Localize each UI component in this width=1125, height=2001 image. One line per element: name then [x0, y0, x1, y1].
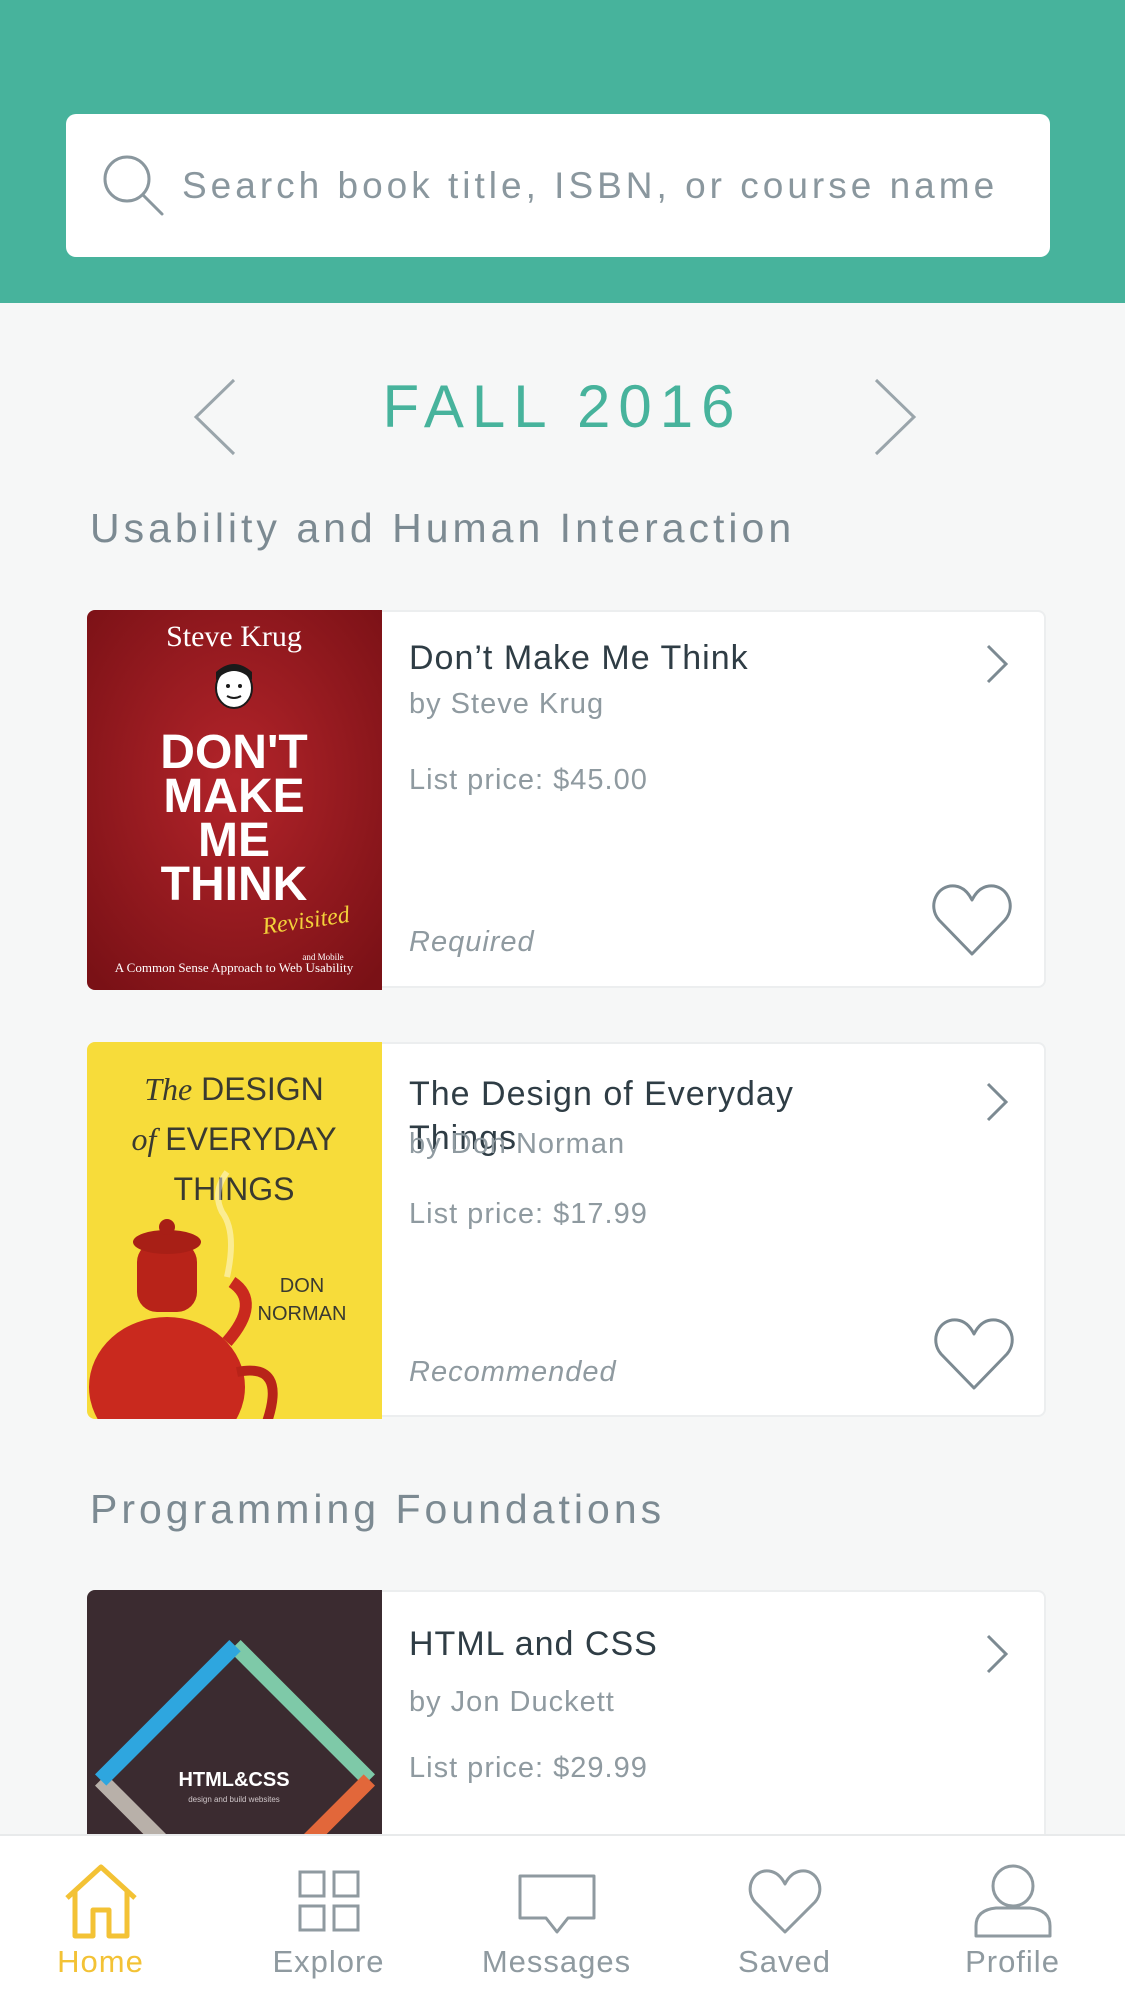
tab-home[interactable]: Home [0, 1836, 213, 2001]
tab-label: Home [57, 1944, 144, 1979]
book-title[interactable]: Don’t Make Me Think [409, 636, 889, 680]
course-title: Usability and Human Interaction [90, 505, 796, 551]
chat-bubble-icon [518, 1874, 596, 1934]
tab-messages[interactable]: Messages [444, 1836, 669, 2001]
save-heart-icon[interactable] [933, 1314, 1015, 1394]
heart-icon [748, 1869, 822, 1934]
book-card[interactable]: The DESIGN of EVERYDAY THINGS DON NORMAN… [87, 1042, 1046, 1419]
bottom-tab-bar: Home Explore Messages Saved Profile [0, 1834, 1125, 2001]
chevron-right-icon[interactable] [984, 1080, 1010, 1124]
tab-label: Explore [272, 1944, 385, 1979]
home-icon [65, 1864, 137, 1939]
svg-text:THINK: THINK [161, 858, 308, 911]
book-price: List price: $29.99 [409, 1752, 648, 1784]
tab-label: Saved [738, 1944, 831, 1979]
tab-label: Messages [481, 1944, 632, 1979]
save-heart-icon[interactable] [931, 880, 1013, 960]
search-input[interactable] [182, 114, 1032, 257]
course-title: Programming Foundations [90, 1486, 666, 1532]
svg-text:THINGS: THINGS [174, 1171, 295, 1207]
svg-text:A Common Sense Approach to Web: A Common Sense Approach to Web Usability [115, 960, 354, 975]
search-icon [103, 155, 164, 216]
svg-text:DON: DON [280, 1275, 324, 1297]
user-icon [974, 1864, 1052, 1938]
svg-text:design and build websites: design and build websites [188, 1795, 280, 1804]
tab-profile[interactable]: Profile [900, 1836, 1125, 2001]
book-cover-image: Steve Krug DON'T MAKE ME THINK Revisited… [87, 610, 382, 990]
tab-saved[interactable]: Saved [672, 1836, 897, 2001]
svg-text:NORMAN: NORMAN [258, 1303, 347, 1325]
next-term-chevron-right-icon[interactable] [870, 376, 920, 458]
tab-label: Profile [965, 1944, 1060, 1979]
term-selector: FALL 2016 [0, 360, 1125, 470]
svg-text:The DESIGN: The DESIGN [144, 1071, 324, 1107]
chevron-right-icon[interactable] [984, 1632, 1010, 1676]
svg-text:HTML&CSS: HTML&CSS [178, 1769, 289, 1791]
book-price: List price: $45.00 [409, 764, 648, 796]
book-author: by Jon Duckett [409, 1686, 615, 1718]
book-author: by Don Norman [409, 1128, 626, 1160]
term-title: FALL 2016 [382, 373, 743, 440]
svg-text:Steve Krug: Steve Krug [166, 620, 302, 653]
requirement-label: Recommended [409, 1356, 617, 1388]
search-bar[interactable] [66, 114, 1050, 257]
requirement-label: Required [409, 926, 535, 958]
book-author: by Steve Krug [409, 688, 605, 720]
book-card[interactable]: Steve Krug DON'T MAKE ME THINK Revisited… [87, 610, 1046, 990]
book-cover-image: The DESIGN of EVERYDAY THINGS DON NORMAN [87, 1042, 382, 1419]
book-title[interactable]: HTML and CSS [409, 1622, 889, 1666]
grid-icon [298, 1870, 360, 1932]
svg-text:of EVERYDAY: of EVERYDAY [131, 1121, 336, 1157]
chevron-right-icon[interactable] [984, 642, 1010, 686]
book-price: List price: $17.99 [409, 1198, 648, 1230]
tab-explore[interactable]: Explore [216, 1836, 441, 2001]
